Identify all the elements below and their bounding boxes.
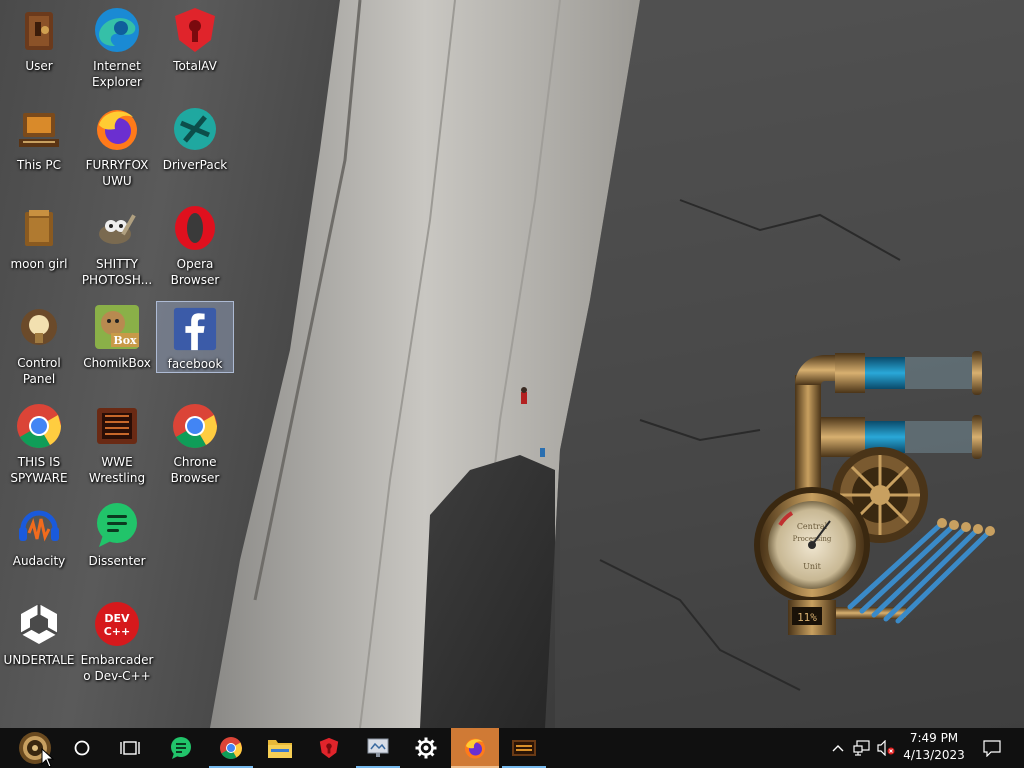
action-center-button[interactable] xyxy=(978,728,1006,768)
folder-icon xyxy=(25,210,53,246)
taskbar-app-presentation[interactable] xyxy=(354,728,402,768)
desktop-icon-label: Internet Explorer xyxy=(92,59,142,89)
network-button[interactable] xyxy=(850,728,874,768)
user-folder-icon xyxy=(25,12,53,50)
desktop-icon-label: ChomikBox xyxy=(83,356,151,370)
desktop-icon-this-is-spyware[interactable]: THIS IS SPYWARE xyxy=(0,398,78,494)
desktop-icon-label: User xyxy=(25,59,53,73)
desktop-icon-label: Control Panel xyxy=(17,356,61,386)
desktop-icon-undertale[interactable]: UNDERTALE xyxy=(0,596,78,692)
cortana-circle-icon xyxy=(74,740,90,756)
task-view-icon xyxy=(120,741,140,755)
desktop-icon-label: Embarcadero Dev-C++ xyxy=(80,653,154,683)
control-panel-icon xyxy=(21,309,57,345)
network-icon xyxy=(853,740,870,756)
desktop-icon-internet-explorer[interactable]: Internet Explorer xyxy=(78,2,156,98)
taskbar-app-chrome[interactable] xyxy=(207,728,255,768)
taskbar-app-firefox[interactable] xyxy=(451,728,499,768)
desktop-icon-user[interactable]: User xyxy=(0,2,78,98)
facebook-icon xyxy=(173,307,217,351)
svg-text:C++: C++ xyxy=(104,625,131,638)
wood-clock-icon xyxy=(512,740,536,756)
clock-date: 4/13/2023 xyxy=(903,748,965,762)
desktop-icon-label: facebook xyxy=(167,357,223,371)
desktop-icon-audacity[interactable]: Audacity xyxy=(0,497,78,593)
desktop-icon-label: WWE Wrestling xyxy=(88,455,146,485)
desktop-icon-facebook[interactable]: facebook xyxy=(156,301,234,373)
desktop-icon-label: TotalAV xyxy=(173,59,217,73)
desktop-icon-label: This PC xyxy=(17,158,61,172)
wwe-icon xyxy=(97,408,137,444)
taskbar-app-wood-gadget[interactable] xyxy=(500,728,548,768)
desktop-icon-control-panel[interactable]: Control Panel xyxy=(0,299,78,395)
show-hidden-icons-button[interactable] xyxy=(828,728,848,768)
unity-icon xyxy=(20,604,58,644)
firefox-icon xyxy=(97,110,137,150)
gimp-icon xyxy=(99,214,136,244)
mouse-cursor xyxy=(41,748,55,768)
audacity-icon xyxy=(19,510,59,542)
desktop-icon-chomikbox[interactable]: Box ChomikBox xyxy=(78,299,156,395)
svg-text:DEV: DEV xyxy=(104,612,130,625)
taskbar-app-file-explorer[interactable] xyxy=(256,728,304,768)
svg-text:Box: Box xyxy=(113,334,137,347)
desktop-icon-totalav[interactable]: TotalAV xyxy=(156,2,234,98)
svg-text:Unit: Unit xyxy=(803,562,821,571)
folder-icon xyxy=(268,740,292,758)
desktop-icon-label: Dissenter xyxy=(88,554,146,568)
volume-button[interactable] xyxy=(874,728,898,768)
chomikbox-icon: Box xyxy=(95,305,139,349)
opera-icon xyxy=(175,206,215,250)
volume-muted-icon xyxy=(877,740,895,756)
desktop-icon-chrone-browser[interactable]: Chrone Browser xyxy=(156,398,234,494)
cpu-meter-gadget[interactable]: Central Processing Unit 11% xyxy=(740,345,1000,650)
dissenter-icon xyxy=(171,737,191,759)
chevron-up-icon xyxy=(832,745,844,752)
dissenter-icon xyxy=(97,503,137,547)
desktop-icon-embarcadero-devcpp[interactable]: DEV C++ Embarcadero Dev-C++ xyxy=(78,596,156,692)
slides-icon xyxy=(367,738,389,757)
desktop-icon-label: THIS IS SPYWARE xyxy=(10,455,68,485)
computer-icon xyxy=(19,113,59,147)
desktop-icon-dissenter[interactable]: Dissenter xyxy=(78,497,156,593)
taskbar-app-dissenter[interactable] xyxy=(157,728,205,768)
search-button[interactable] xyxy=(58,728,106,768)
desktop-icon-furryfox[interactable]: FURRYFOX UWU xyxy=(78,101,156,197)
totalav-icon xyxy=(319,737,339,759)
desktop-icon-label: Audacity xyxy=(12,554,66,568)
desktop-icon-label: FURRYFOX UWU xyxy=(85,158,149,188)
action-center-icon xyxy=(983,740,1001,757)
chrome-icon xyxy=(173,404,217,448)
desktop-icon-label: SHITTY PHOTOSH... xyxy=(81,257,153,287)
clock-time: 7:49 PM xyxy=(909,731,959,745)
desktop-icon-this-pc[interactable]: This PC xyxy=(0,101,78,197)
edge-icon xyxy=(95,8,139,52)
taskbar-clock[interactable]: 7:49 PM 4/13/2023 xyxy=(896,730,972,766)
chrome-icon xyxy=(17,404,61,448)
devcpp-icon: DEV C++ xyxy=(95,602,139,646)
desktop-icon-wwe-wrestling[interactable]: WWE Wrestling xyxy=(78,398,156,494)
driverpack-icon xyxy=(174,108,216,150)
gear-icon xyxy=(415,737,437,759)
desktop-icon-label: moon girl xyxy=(10,257,68,271)
desktop-icon-shitty-photoshop[interactable]: SHITTY PHOTOSH... xyxy=(78,200,156,296)
task-view-button[interactable] xyxy=(106,728,154,768)
desktop-icon-label: DriverPack xyxy=(162,158,228,172)
taskbar-app-totalav[interactable] xyxy=(305,728,353,768)
desktop-icon-opera[interactable]: Opera Browser xyxy=(156,200,234,296)
desktop-icon-driverpack[interactable]: DriverPack xyxy=(156,101,234,197)
chrome-icon xyxy=(220,737,242,759)
cpu-percent-readout: 11% xyxy=(797,611,817,624)
desktop-icon-label: Chrone Browser xyxy=(170,455,220,485)
desktop-icon-label: UNDERTALE xyxy=(3,653,75,667)
totalav-icon xyxy=(175,8,215,52)
taskbar-app-settings[interactable] xyxy=(402,728,450,768)
desktop-icon-moon-girl[interactable]: moon girl xyxy=(0,200,78,296)
desktop-icon-label: Opera Browser xyxy=(170,257,220,287)
firefox-icon xyxy=(465,738,485,759)
taskbar: 7:49 PM 4/13/2023 xyxy=(0,728,1024,768)
